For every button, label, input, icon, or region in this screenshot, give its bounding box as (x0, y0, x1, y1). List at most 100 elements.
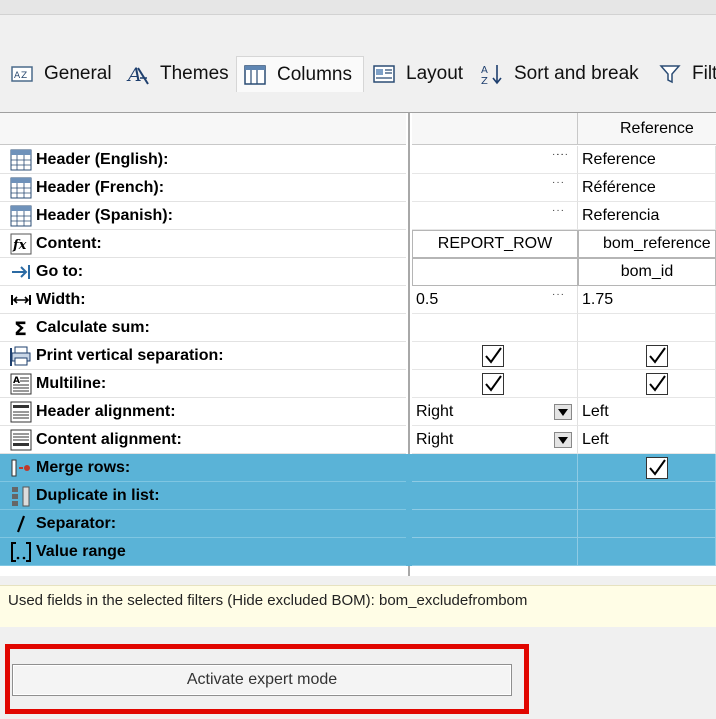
cell-header-spanish-col1[interactable]: ··· (412, 202, 578, 230)
row-separator[interactable]: Separator: (0, 510, 716, 538)
column-properties-grid: Reference Header (English): ··· Referenc… (0, 112, 716, 576)
row-value-range[interactable]: Value range (0, 538, 716, 566)
print-separation-checkbox-col2[interactable] (646, 345, 668, 367)
ellipsis-icon[interactable]: ··· (552, 205, 565, 216)
row-multiline: A Multiline: (0, 370, 716, 398)
separator-cell-col1[interactable] (412, 510, 578, 538)
property-label: Header alignment: (0, 398, 406, 426)
svg-text:fx: fx (12, 238, 27, 253)
value-range-icon (11, 541, 31, 562)
property-label: Header (English): (0, 146, 406, 174)
value-range-cell-col2[interactable] (578, 538, 716, 566)
ellipsis-icon[interactable]: ··· (556, 149, 569, 160)
tab-themes[interactable]: A Themes (120, 56, 235, 92)
content-alignment-select-col2[interactable]: Left (578, 426, 716, 454)
chevron-down-icon[interactable] (554, 432, 572, 448)
svg-text:A: A (481, 65, 488, 76)
row-duplicate-in-list[interactable]: Duplicate in list: (0, 482, 716, 510)
printer-icon (10, 346, 31, 366)
width-field-col1[interactable]: 0.5 ··· (412, 286, 578, 314)
row-content: fx Content: REPORT_ROW bom_reference (0, 230, 716, 258)
merge-rows-cell-col1[interactable] (412, 454, 578, 482)
ellipsis-icon[interactable]: ··· (552, 289, 565, 300)
width-field-col2[interactable]: 1.75 (578, 286, 716, 314)
multiline-checkbox-col2[interactable] (646, 373, 668, 395)
tab-general[interactable]: A Z General (4, 56, 118, 92)
chevron-down-icon[interactable] (554, 404, 572, 420)
grid-column-header-1[interactable] (412, 113, 578, 145)
merge-rows-checkbox-col2[interactable] (646, 457, 668, 479)
cell-header-spanish-col2[interactable]: Referencia (578, 202, 716, 230)
sum-cell-col1[interactable] (412, 314, 578, 342)
cell-header-english-col2[interactable]: Reference ··· (556, 146, 716, 174)
cell-header-english-col1[interactable]: ··· (412, 146, 578, 174)
property-label: Duplicate in list: (0, 482, 406, 510)
tab-columns[interactable]: Columns (236, 56, 364, 92)
formula-icon: fx (10, 233, 32, 254)
filter-icon (659, 65, 681, 84)
value-range-cell-col1[interactable] (412, 538, 578, 566)
grid-column-header-reference[interactable]: Reference (578, 113, 716, 145)
tab-layout-label: Layout (406, 63, 464, 84)
multiline-cell-col1 (412, 370, 578, 398)
checkmark-icon (649, 375, 666, 392)
svg-text:A: A (14, 71, 21, 81)
row-header-french: Header (French): ··· Référence (0, 174, 716, 202)
row-merge-rows[interactable]: Merge rows: (0, 454, 716, 482)
property-label: Go to: (0, 258, 406, 286)
sum-cell-col2[interactable] (578, 314, 716, 342)
row-width: Width: 0.5 ··· 1.75 (0, 286, 716, 314)
tab-filter[interactable]: Filt (652, 56, 716, 92)
checkmark-icon (649, 347, 666, 364)
content-align-icon (10, 429, 32, 450)
duplicate-cell-col1[interactable] (412, 482, 578, 510)
svg-text:Z: Z (481, 76, 488, 86)
property-label: Content alignment: (0, 426, 406, 454)
filter-fields-info: Used fields in the selected filters (Hid… (0, 585, 716, 627)
header-alignment-select-col2[interactable]: Left (578, 398, 716, 426)
sigma-icon: Σ (14, 318, 27, 339)
cell-header-french-col1[interactable]: ··· (412, 174, 578, 202)
content-field-col1[interactable]: REPORT_ROW (412, 230, 578, 258)
property-label: Header (Spanish): (0, 202, 406, 230)
property-label: Header (French): (0, 174, 406, 202)
separator-cell-col2[interactable] (578, 510, 716, 538)
tab-sort-and-break-label: Sort and break (514, 63, 639, 84)
print-sep-cell-col2 (578, 342, 716, 370)
row-header-english: Header (English): ··· Reference ··· (0, 146, 716, 174)
multiline-checkbox-col1[interactable] (482, 373, 504, 395)
checkmark-icon (649, 459, 666, 476)
tab-sort-and-break[interactable]: A Z Sort and break (474, 56, 645, 92)
columns-icon (244, 64, 266, 85)
multiline-icon: A (10, 373, 32, 394)
row-header-alignment: Header alignment: Right Left (0, 398, 716, 426)
window-top-strip (0, 0, 716, 15)
cell-header-french-col2[interactable]: Référence (578, 174, 716, 202)
property-label: Σ Calculate sum: (0, 314, 406, 342)
goto-arrow-icon (12, 264, 30, 279)
header-align-icon (10, 401, 32, 422)
column-header-label: Reference (620, 119, 694, 137)
row-go-to: Go to: bom_id (0, 258, 716, 286)
checkmark-icon (485, 375, 502, 392)
checkmark-icon (485, 347, 502, 364)
goto-field-col1[interactable] (412, 258, 578, 286)
tab-layout[interactable]: Layout (366, 56, 469, 92)
duplicate-cell-col2[interactable] (578, 482, 716, 510)
themes-icon: A (126, 64, 149, 86)
merge-rows-cell-col2 (578, 454, 716, 482)
merge-rows-icon (11, 459, 30, 476)
property-label: Width: (0, 286, 406, 314)
header-icon (10, 205, 32, 226)
print-separation-checkbox-col1[interactable] (482, 345, 504, 367)
svg-text:Z: Z (21, 71, 27, 81)
content-field-col2[interactable]: bom_reference (578, 230, 716, 258)
activate-expert-mode-button[interactable]: Activate expert mode (12, 664, 512, 696)
row-calculate-sum: Σ Calculate sum: (0, 314, 716, 342)
row-content-alignment: Content alignment: Right Left (0, 426, 716, 454)
svg-text:Σ: Σ (14, 318, 27, 339)
info-text: Used fields in the selected filters (Hid… (8, 592, 528, 609)
goto-field-col2[interactable]: bom_id (578, 258, 716, 286)
ellipsis-icon[interactable]: ··· (552, 177, 565, 188)
property-label: Value range (0, 538, 406, 566)
